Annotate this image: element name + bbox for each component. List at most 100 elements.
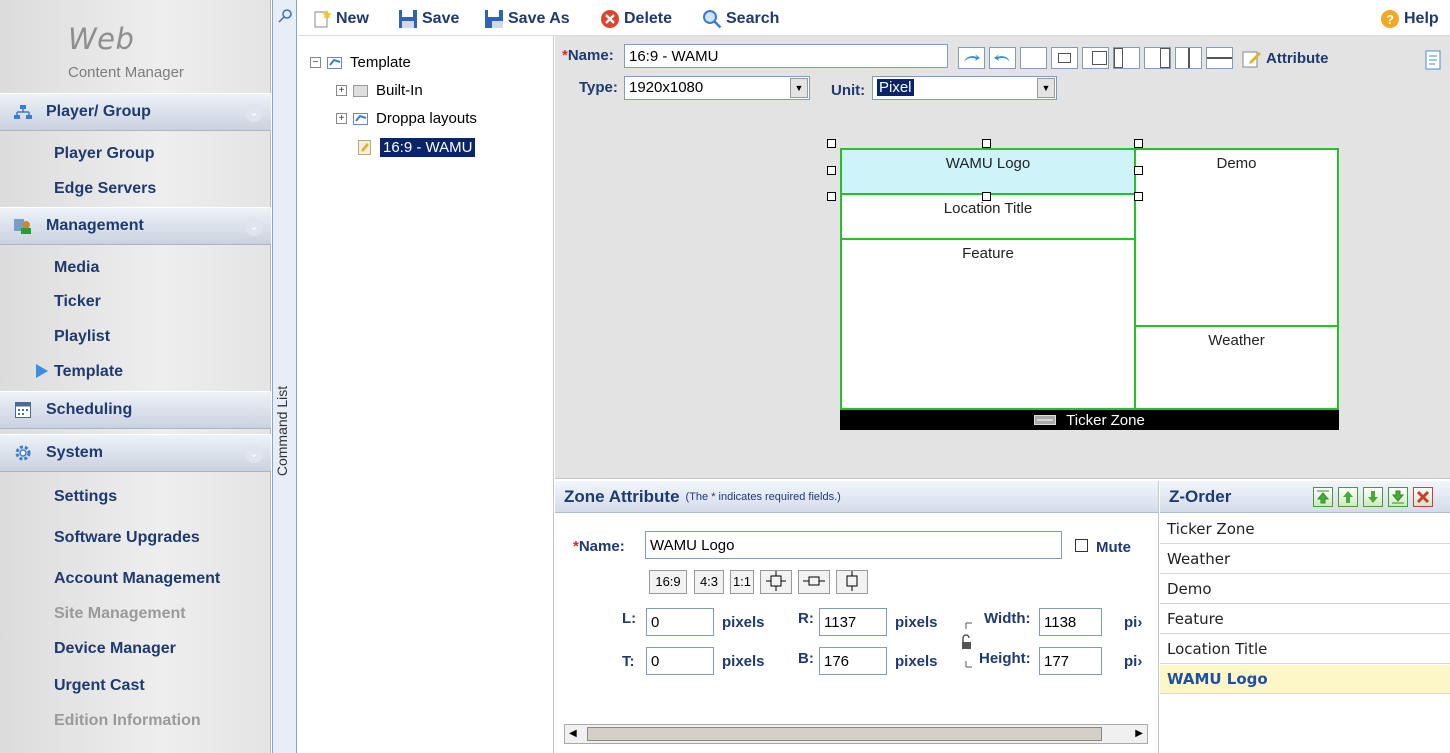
attribute-button[interactable]: Attribute xyxy=(1242,48,1329,68)
section-scheduling[interactable]: Scheduling xyxy=(0,391,271,429)
z-order-item-selected[interactable]: WAMU Logo xyxy=(1160,665,1450,694)
fit-height-button[interactable] xyxy=(836,570,868,594)
move-to-top-button[interactable] xyxy=(1313,487,1333,507)
resize-handle[interactable] xyxy=(827,166,836,175)
resize-handle[interactable] xyxy=(1134,166,1143,175)
expand-icon[interactable]: + xyxy=(336,113,347,124)
zone-ticker[interactable]: Ticker Zone xyxy=(840,410,1339,430)
resize-handle[interactable] xyxy=(1134,139,1143,148)
delete-button[interactable]: Delete xyxy=(600,9,672,29)
layout-inset-button[interactable] xyxy=(1051,47,1078,69)
chevron-down-icon[interactable]: ⌄ xyxy=(245,218,263,236)
scroll-right-icon[interactable]: ▶ xyxy=(1135,728,1143,739)
sidebar-item-player-group[interactable]: Player Group xyxy=(54,145,154,163)
collapse-icon[interactable]: − xyxy=(310,57,321,68)
horizontal-scrollbar[interactable]: ◀ ▶ xyxy=(564,724,1148,744)
width-input[interactable] xyxy=(1039,608,1102,636)
template-name-input[interactable] xyxy=(624,44,948,68)
z-order-item[interactable]: Feature xyxy=(1160,605,1450,634)
layout-left-column-button[interactable] xyxy=(1113,47,1140,69)
layout-two-column-button[interactable] xyxy=(1175,47,1202,69)
z-order-item[interactable]: Ticker Zone xyxy=(1160,515,1450,544)
sidebar-item-settings[interactable]: Settings xyxy=(54,488,117,506)
pin-icon[interactable] xyxy=(277,8,293,24)
unit-select[interactable]: Pixel ▼ xyxy=(872,76,1057,100)
type-select[interactable]: 1920x1080 ▼ xyxy=(624,76,810,100)
chevron-down-icon[interactable]: ⌄ xyxy=(245,445,263,463)
section-player-group[interactable]: Player/ Group ⌄ xyxy=(0,93,271,131)
z-order-item[interactable]: Location Title xyxy=(1160,635,1450,664)
scroll-left-icon[interactable]: ◀ xyxy=(569,728,577,739)
chevron-down-icon[interactable]: ▼ xyxy=(790,78,808,98)
toolbar: New Save Save As Delete Search ? Help xyxy=(298,0,1450,36)
logo-text: Web xyxy=(68,22,135,56)
layout-two-row-button[interactable] xyxy=(1206,47,1233,69)
ratio-16-9-button[interactable]: 16:9 xyxy=(649,570,687,594)
section-system[interactable]: System ⌄ xyxy=(0,434,271,472)
tree-node-built-in[interactable]: + Built-In xyxy=(336,82,423,99)
zone-name-input[interactable] xyxy=(645,531,1062,559)
right-input[interactable] xyxy=(819,608,887,636)
height-input[interactable] xyxy=(1039,647,1102,675)
sidebar-item-playlist[interactable]: Playlist xyxy=(54,328,110,346)
save-button[interactable]: Save xyxy=(398,9,459,29)
sidebar-item-ticker[interactable]: Ticker xyxy=(54,293,101,311)
sidebar-item-device-manager[interactable]: Device Manager xyxy=(54,640,176,658)
new-button[interactable]: New xyxy=(312,9,369,29)
zone-wamu-logo[interactable]: WAMU Logo xyxy=(840,148,1136,195)
ratio-1-1-button[interactable]: 1:1 xyxy=(730,570,754,594)
resize-handle[interactable] xyxy=(827,192,836,201)
sidebar-item-media[interactable]: Media xyxy=(54,259,99,277)
resize-handle[interactable] xyxy=(982,139,991,148)
fit-width-button[interactable] xyxy=(798,570,830,594)
move-up-button[interactable] xyxy=(1338,487,1358,507)
search-button[interactable]: Search xyxy=(702,9,779,29)
bottom-input[interactable] xyxy=(819,647,887,675)
help-button[interactable]: ? Help xyxy=(1380,9,1439,29)
tree-node-template[interactable]: − Template xyxy=(310,54,411,71)
chevron-down-icon[interactable]: ▼ xyxy=(1037,78,1055,98)
notes-icon[interactable] xyxy=(1425,50,1443,70)
scroll-thumb[interactable] xyxy=(587,727,1102,741)
sidebar-item-template[interactable]: Template xyxy=(54,363,123,381)
z-order-item[interactable]: Demo xyxy=(1160,575,1450,604)
top-input[interactable] xyxy=(646,647,714,675)
zone-demo[interactable]: Demo xyxy=(1134,148,1339,327)
tree-node-selected-template[interactable]: 16:9 - WAMU xyxy=(357,138,476,157)
sidebar-item-edition-information: Edition Information xyxy=(54,712,201,729)
resize-handle[interactable] xyxy=(1134,192,1143,201)
mute-checkbox[interactable] xyxy=(1075,539,1088,552)
move-to-bottom-button[interactable] xyxy=(1388,487,1408,507)
sidebar-item-urgent-cast[interactable]: Urgent Cast xyxy=(54,677,145,695)
layout-inset-small-button[interactable] xyxy=(1082,47,1109,69)
resize-handle[interactable] xyxy=(982,192,991,201)
zone-feature[interactable]: Feature xyxy=(840,238,1136,410)
fit-both-button[interactable] xyxy=(760,570,792,594)
save-as-button[interactable]: Save As xyxy=(484,9,570,29)
layout-full-button[interactable] xyxy=(1020,47,1047,69)
sidebar-item-account-management[interactable]: Account Management xyxy=(54,570,220,588)
type-label: Type: xyxy=(579,79,618,96)
layout-canvas[interactable]: WAMU Logo Location Title Feature Demo We… xyxy=(840,148,1339,430)
section-management[interactable]: Management ⌄ xyxy=(0,207,271,245)
redo-button[interactable] xyxy=(958,47,985,69)
z-order-item[interactable]: Weather xyxy=(1160,545,1450,574)
layout-right-column-button[interactable] xyxy=(1144,47,1171,69)
command-list-strip[interactable]: Command List xyxy=(272,0,297,753)
tree-node-droppa-layouts[interactable]: + Droppa layouts xyxy=(336,110,477,127)
chevron-down-icon[interactable]: ⌄ xyxy=(245,104,263,122)
delete-zone-button[interactable] xyxy=(1413,487,1433,507)
move-down-button[interactable] xyxy=(1363,487,1383,507)
ratio-4-3-button[interactable]: 4:3 xyxy=(694,570,724,594)
zone-weather[interactable]: Weather xyxy=(1134,325,1339,410)
network-icon xyxy=(14,103,32,121)
resize-handle[interactable] xyxy=(827,139,836,148)
sidebar-item-edge-servers[interactable]: Edge Servers xyxy=(54,180,156,198)
svg-text:?: ? xyxy=(1386,12,1394,27)
undo-button[interactable] xyxy=(989,47,1016,69)
sidebar-item-software-upgrades[interactable]: Software Upgrades xyxy=(54,529,200,547)
expand-icon[interactable]: + xyxy=(336,85,347,96)
aspect-lock-icon[interactable] xyxy=(958,618,980,668)
tree-node-label: Template xyxy=(350,54,411,71)
left-input[interactable] xyxy=(646,608,714,636)
